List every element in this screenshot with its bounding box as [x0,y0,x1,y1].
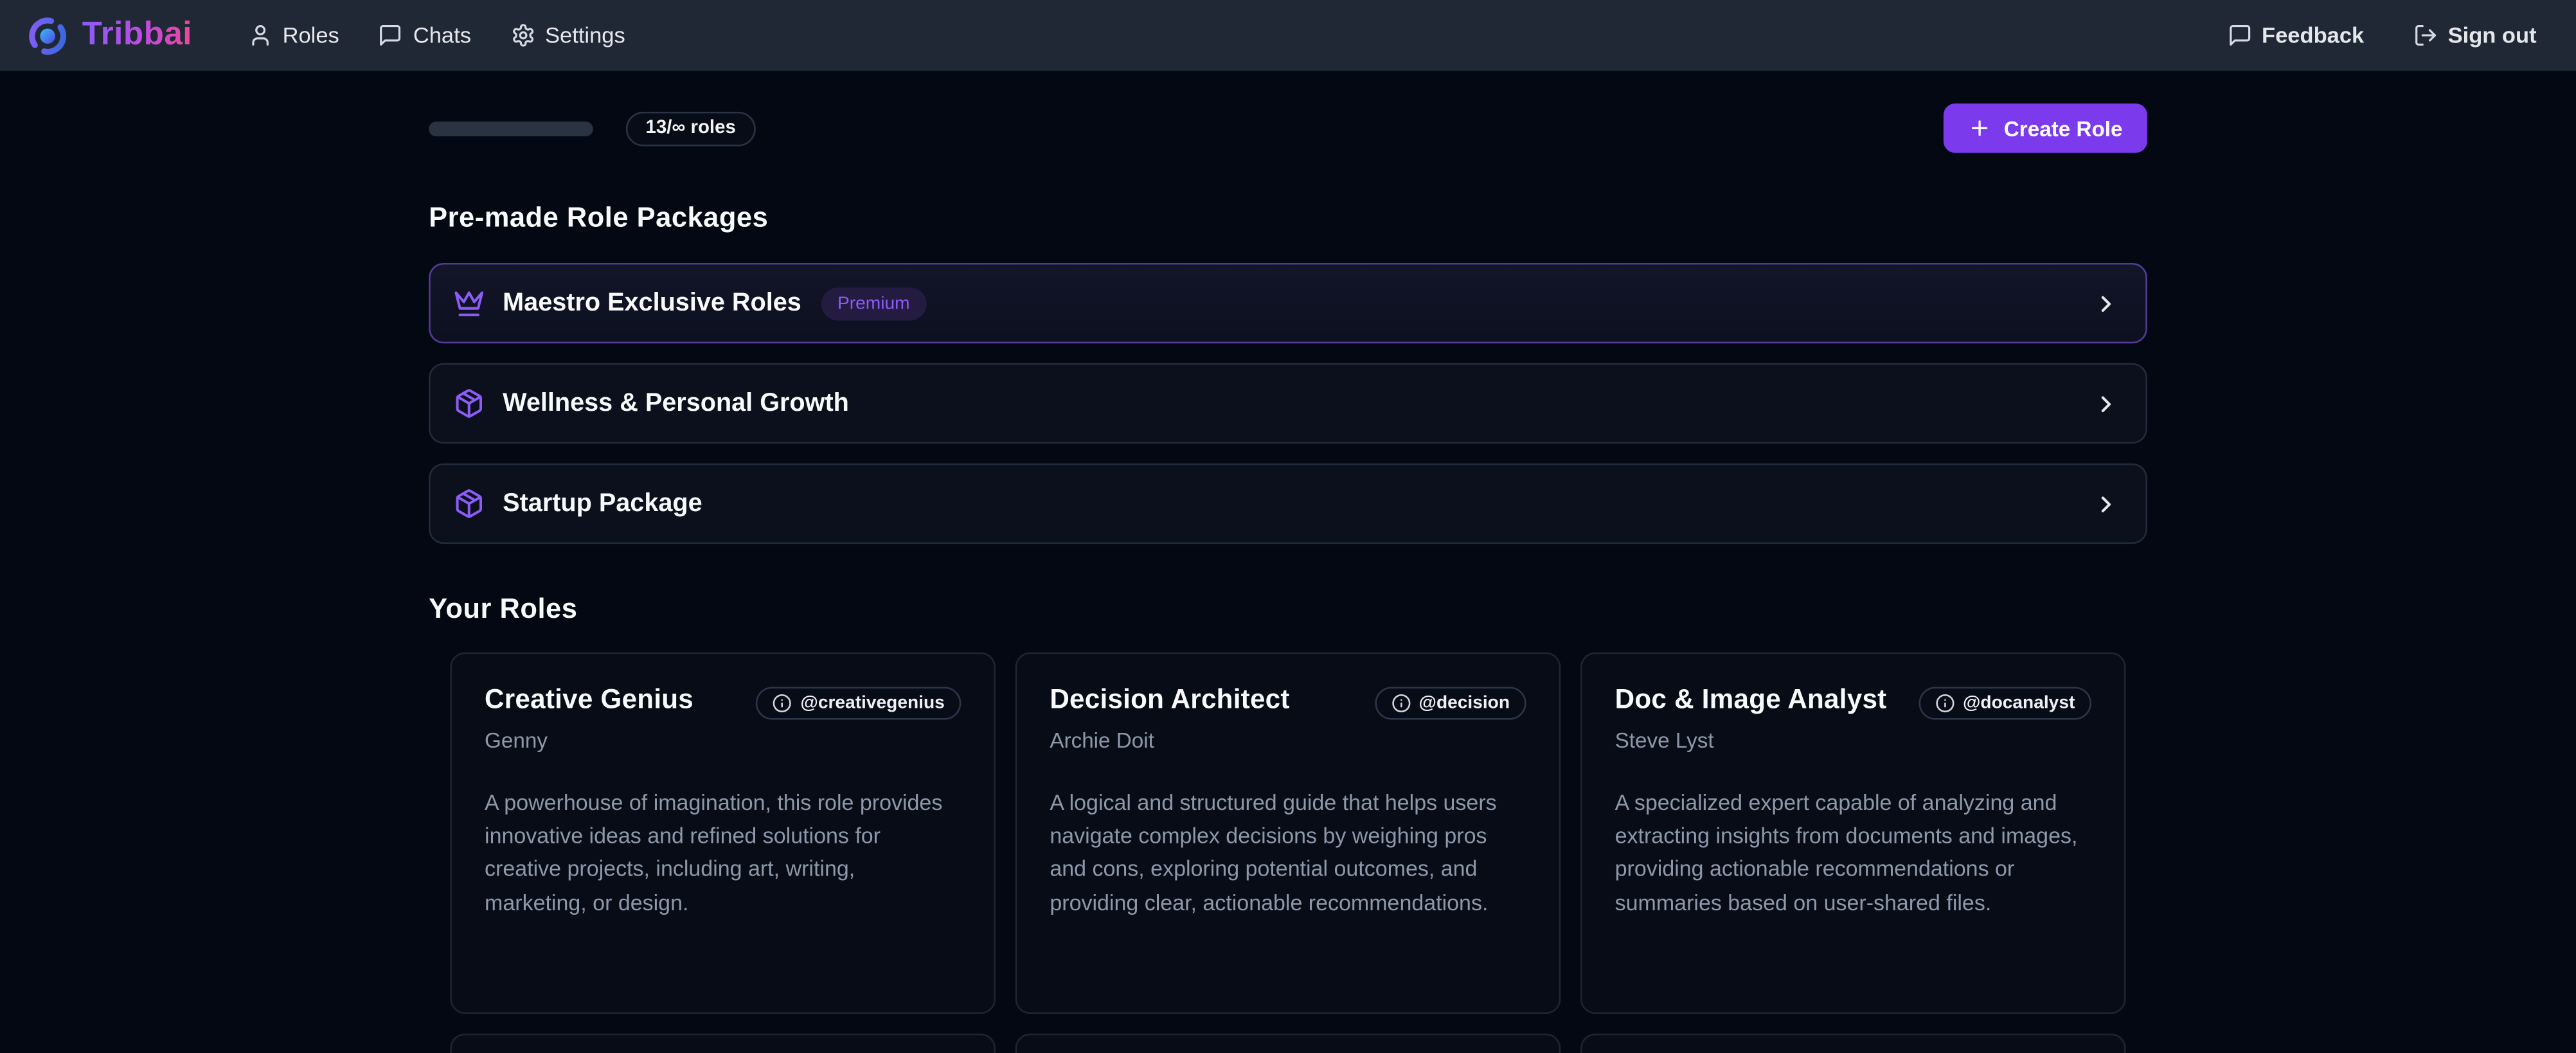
role-cards-grid-partial-row [450,1034,2125,1053]
sign-out-button[interactable]: Sign out [2400,13,2550,57]
your-roles-section-title: Your Roles [429,593,2147,626]
role-handle: @decision [1419,694,1510,714]
package-row-startup[interactable]: Startup Package [429,464,2147,544]
role-card-subtitle: Archie Doit [1050,728,1526,752]
brand-logo[interactable]: Tribbai [26,14,192,57]
role-card-title: Doc & Image Analyst [1615,685,1887,717]
role-card-description: A logical and structured guide that help… [1050,787,1526,920]
role-card-title: Creative Genius [485,685,693,717]
package-label: Maestro Exclusive Roles [503,289,801,318]
nav-item-label: Roles [283,23,339,48]
role-card-title: Decision Architect [1050,685,1289,717]
package-row-maestro[interactable]: Maestro Exclusive Roles Premium [429,263,2147,343]
package-list: Maestro Exclusive Roles Premium Wellness… [429,263,2147,544]
user-icon [248,23,273,48]
roles-toolbar: 13/∞ roles Create Role [429,104,2147,153]
role-card-description: A powerhouse of imagination, this role p… [485,787,961,920]
role-card-creative-genius[interactable]: Creative Genius @creativegenius Genny A … [450,652,996,1014]
role-handle: @creativegenius [800,694,944,714]
nav-item-label: Settings [545,23,625,48]
feedback-button[interactable]: Feedback [2214,13,2377,57]
packages-section-title: Pre-made Role Packages [429,202,2147,235]
package-icon [453,488,485,519]
nav-item-label: Chats [413,23,471,48]
package-row-wellness[interactable]: Wellness & Personal Growth [429,363,2147,444]
chat-icon [2227,23,2251,48]
sign-out-icon [2413,23,2438,48]
create-role-button[interactable]: Create Role [1943,104,2147,153]
info-icon [1935,694,1955,714]
create-role-label: Create Role [2004,116,2123,140]
role-card-subtitle: Steve Lyst [1615,728,2091,752]
package-icon [453,388,485,419]
nav-item-settings[interactable]: Settings [497,13,638,57]
tribbai-logo-icon [26,14,69,57]
role-cards-grid: Creative Genius @creativegenius Genny A … [450,652,2125,1014]
role-card-subtitle: Genny [485,728,961,752]
chevron-right-icon [2093,390,2119,417]
roles-quota-progress-bar [429,121,593,136]
role-card-description: A specialized expert capable of analyzin… [1615,787,2091,920]
role-card-doc-image-analyst[interactable]: Doc & Image Analyst @docanalyst Steve Ly… [1580,652,2126,1014]
role-handle-badge[interactable]: @decision [1375,687,1526,719]
role-card-partial[interactable] [1580,1034,2126,1053]
nav-item-chats[interactable]: Chats [366,13,485,57]
chevron-right-icon [2093,290,2119,316]
package-label: Wellness & Personal Growth [503,389,849,419]
info-icon [773,694,792,714]
role-handle-badge[interactable]: @docanalyst [1919,687,2091,719]
chat-icon [379,23,403,48]
feedback-label: Feedback [2262,23,2364,48]
role-handle-badge[interactable]: @creativegenius [756,687,961,719]
role-card-partial[interactable] [450,1034,996,1053]
plus-icon [1968,116,1991,140]
role-card-partial[interactable] [1015,1034,1561,1053]
app-window: Tribbai Roles Chats [0,0,2576,1053]
sign-out-label: Sign out [2448,23,2537,48]
info-icon [1391,694,1411,714]
primary-nav: Roles Chats Settings [235,13,638,57]
main-content: 13/∞ roles Create Role Pre-made Role Pac… [429,104,2147,1053]
gear-icon [510,23,535,48]
crown-icon [453,287,485,319]
role-handle: @docanalyst [1963,694,2075,714]
brand-name: Tribbai [82,17,192,55]
package-label: Startup Package [503,489,702,518]
top-nav: Tribbai Roles Chats [0,0,2576,71]
roles-count-badge: 13/∞ roles [626,111,756,146]
nav-item-roles[interactable]: Roles [235,13,352,57]
premium-badge: Premium [821,287,926,320]
chevron-right-icon [2093,491,2119,517]
role-card-decision-architect[interactable]: Decision Architect @decision Archie Doit… [1015,652,1561,1014]
